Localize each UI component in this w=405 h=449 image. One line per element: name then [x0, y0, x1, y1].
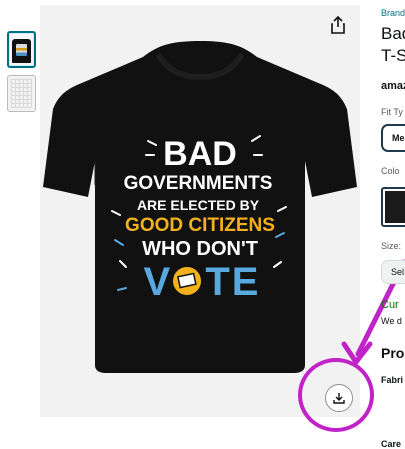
brand-link[interactable]: Brand [381, 8, 405, 18]
download-icon [333, 393, 345, 404]
share-icon[interactable] [329, 15, 347, 35]
product-title-line2: T-S [381, 46, 405, 65]
shirt-text-line1: BAD [163, 135, 237, 173]
delivery-info: We d [381, 316, 402, 326]
thumbnail-shirt-print [16, 44, 27, 56]
product-title-line1: Bad [381, 24, 405, 43]
thumbnail-shirt[interactable] [7, 31, 36, 68]
shirt-text-line2: GOVERNMENTS [124, 173, 273, 194]
care-label: Care [381, 439, 402, 449]
size-label: Size: [381, 241, 402, 251]
amazon-logo: amaz [381, 80, 405, 92]
fit-type-button[interactable]: Me [381, 124, 405, 152]
download-button[interactable] [325, 384, 353, 412]
product-details-heading: Pro [381, 345, 405, 361]
color-swatch-fill [385, 191, 405, 223]
shirt-text-line5: WHO DON'T [142, 238, 258, 260]
color-swatch-black[interactable] [381, 187, 405, 227]
shirt-text-line4: GOOD CITIZENS [125, 215, 275, 236]
thumbnail-size-chart-image [11, 79, 32, 108]
size-select[interactable]: Sel [381, 260, 405, 284]
shirt-text-line3: ARE ELECTED BY [137, 197, 260, 213]
tshirt-image: BAD GOVERNMENTS ARE ELECTED BY GOOD CITI… [43, 41, 357, 373]
availability-status: Cur [381, 299, 399, 311]
fit-type-label: Fit Ty [381, 107, 403, 117]
color-label: Colo [381, 166, 400, 176]
product-title: Bad T-S [381, 23, 405, 67]
fabric-label: Fabri [381, 375, 404, 385]
thumbnail-size-chart[interactable] [7, 75, 36, 112]
